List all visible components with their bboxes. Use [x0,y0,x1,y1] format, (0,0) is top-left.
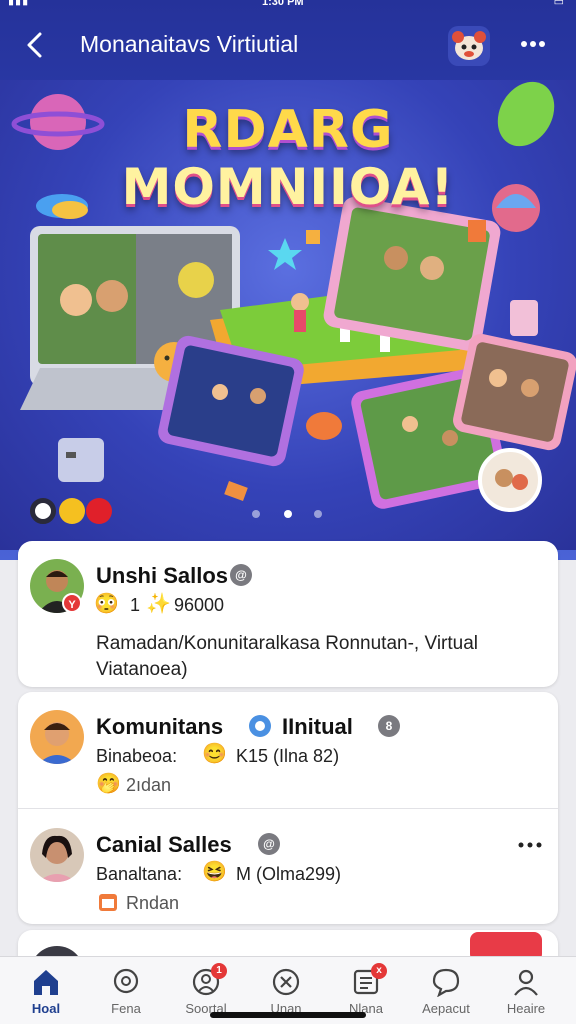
carousel-dots [250,508,330,520]
laugh-emoji-icon: 🤭 [96,773,121,795]
avatar-badge: Y [62,593,82,613]
hero-title-line-2: MOMNIIOA! [121,158,455,216]
post-points: 96000 [174,595,225,615]
notification-badge: x [371,963,387,979]
nav-item-profile[interactable]: Heaire [491,965,561,1021]
post-card[interactable]: Komunitans IInitual 8 Binabeoa: 😊 K15 (I… [18,692,558,924]
color-dot-red[interactable] [86,498,112,524]
home-indicator [210,1012,366,1018]
star-icon: ✨ [146,593,171,615]
page-title: Monanaitavs Virtiutial [80,31,299,57]
verified-check-icon [249,715,271,737]
grin-emoji-icon: 😆 [202,861,227,883]
divider [18,808,558,809]
post-author-name[interactable]: Canial Salles [96,832,232,858]
avatar[interactable] [30,828,84,882]
mascot-icon[interactable] [448,26,490,66]
post-author-name[interactable]: Unshi Sallos [96,563,228,589]
color-dot-yellow[interactable] [59,498,85,524]
reaction-emoji-icon: 😳 [94,593,119,615]
home-icon [34,970,58,995]
nav-item-chat[interactable]: Aepacut [411,965,481,1021]
post-author-name[interactable]: Komunitans [96,714,223,740]
post-subtitle-value: K15 (Ilna 82) [236,746,340,766]
status-bar: ▮▮▮ 1:30 PM ▭ [0,0,576,14]
post-reaction-count: 1 [130,595,141,615]
carousel-dot[interactable] [314,510,322,518]
more-options-icon[interactable] [518,32,548,56]
post-card[interactable]: Y Unshi Sallos @ 😳 1 ✨ 96000 Ramadan/Kon… [18,541,558,687]
header-area: ▮▮▮ 1:30 PM ▭ Monanaitavs Virtiutial RDA… [0,0,576,560]
more-options-icon[interactable] [516,840,544,850]
nav-label: Aepacut [422,1001,470,1016]
nav-label: Hoal [31,1001,61,1016]
nav-item-search[interactable]: Fena [91,965,161,1021]
app-bar: Monanaitavs Virtiutial [0,22,576,68]
avatar[interactable] [30,710,84,764]
close-circle-icon [272,968,300,996]
hero-banner[interactable]: RDARG MOMNIIOA! [0,80,576,550]
search-icon [113,968,139,994]
post-footer-text: Rndan [126,893,180,913]
color-dot-white[interactable] [30,498,56,524]
hero-title-line-1: RDARG [182,100,394,160]
carousel-dot-active[interactable] [284,510,292,518]
post-author-name-suffix: IInitual [282,714,353,739]
post-subtitle-value: M (Olma299) [236,864,342,884]
post-subtitle-label: Binabeoa: [96,746,178,766]
chat-icon [432,968,460,997]
color-dots [30,498,114,526]
back-icon[interactable] [22,30,48,60]
profile-icon [514,969,538,996]
post-footer-text: 2ıdan [126,775,172,795]
post-body-text: Ramadan/Konunitaralkasa Ronnutan-, Virtu… [96,633,478,680]
verified-badge: @ [230,564,252,586]
post-subtitle-label: Banaltana: [96,864,183,884]
nav-item-home[interactable]: Hoal [11,965,81,1021]
notification-badge: 1 [211,963,227,979]
nav-label: Fena [111,1001,141,1016]
status-time: 1:30 PM [262,0,304,8]
calendar-icon [99,894,117,911]
signal-icon: ▮▮▮ [8,0,30,7]
smile-emoji-icon: 😊 [202,743,227,765]
carousel-dot[interactable] [252,510,260,518]
verified-badge: 8 [378,715,400,737]
nav-label: Heaire [506,1001,546,1016]
verified-badge: @ [258,833,280,855]
battery-icon: ▭ [553,0,564,8]
